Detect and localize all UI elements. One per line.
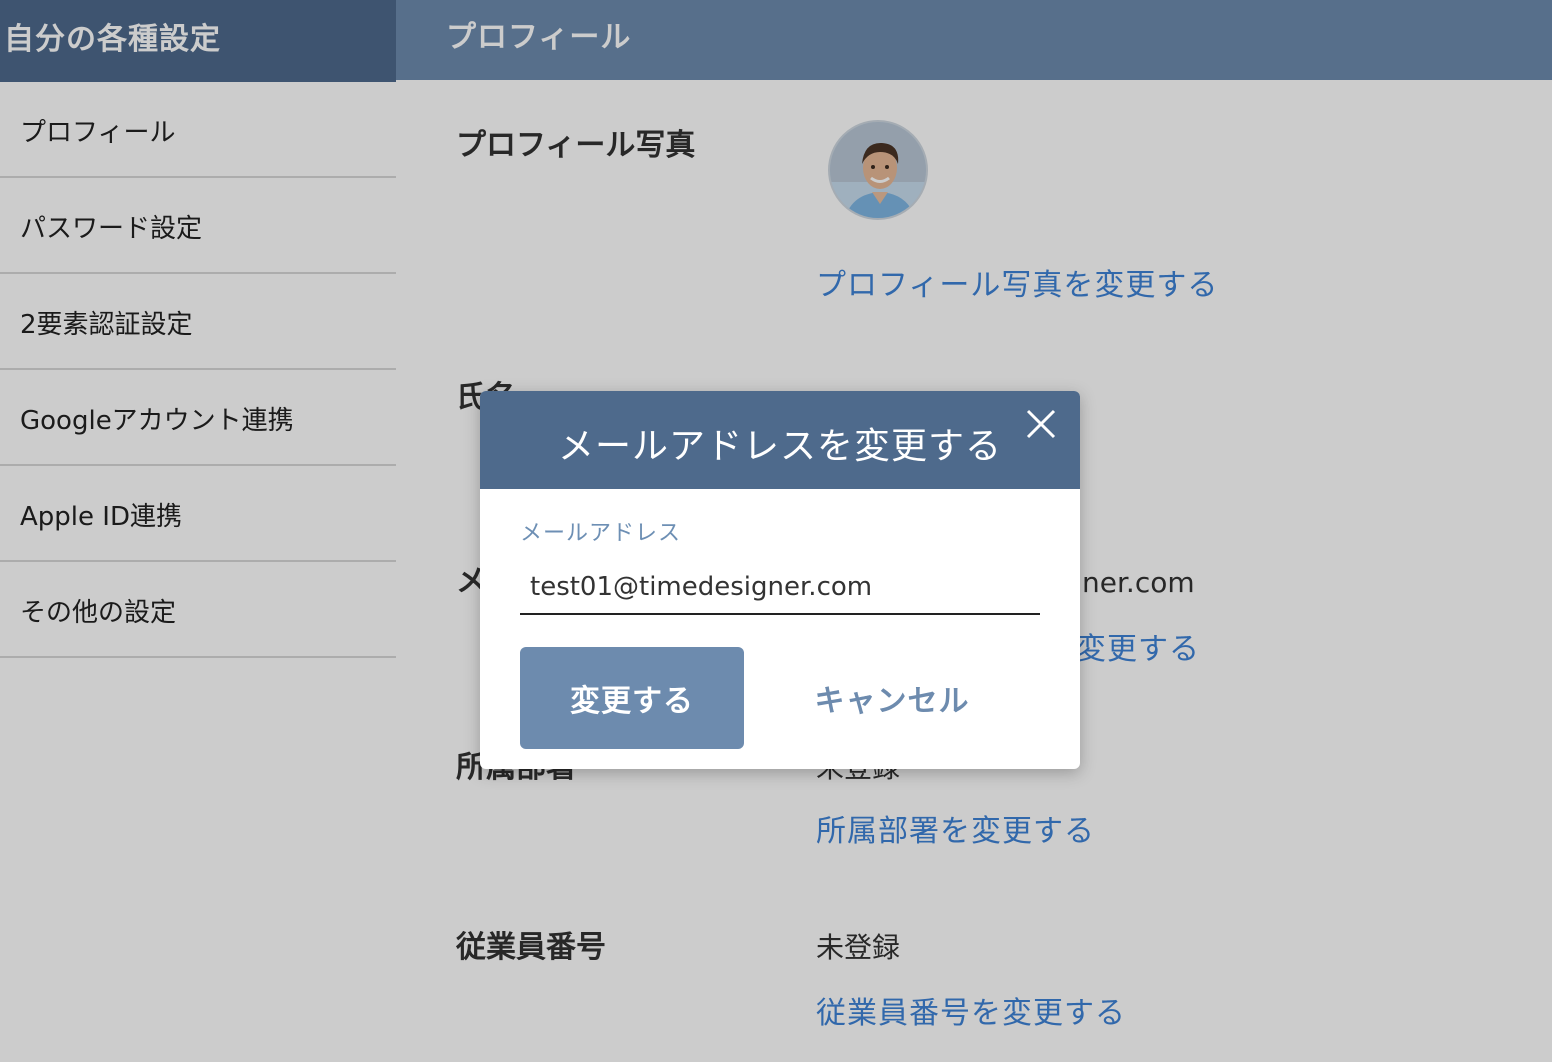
email-input[interactable] [520,561,1040,615]
close-icon[interactable] [1024,407,1058,441]
email-field-label: メールアドレス [520,521,682,546]
app: 自分の各種設定 プロフィール パスワード設定 2要素認証設定 Googleアカウ… [0,0,1552,1062]
submit-button[interactable]: 変更する [520,647,744,749]
dialog-header: メールアドレスを変更する [480,391,1080,489]
cancel-button[interactable]: キャンセル [780,647,1004,749]
dialog-title: メールアドレスを変更する [557,426,1002,467]
change-email-dialog: メールアドレスを変更する メールアドレス 変更する キャンセル [480,391,1080,769]
